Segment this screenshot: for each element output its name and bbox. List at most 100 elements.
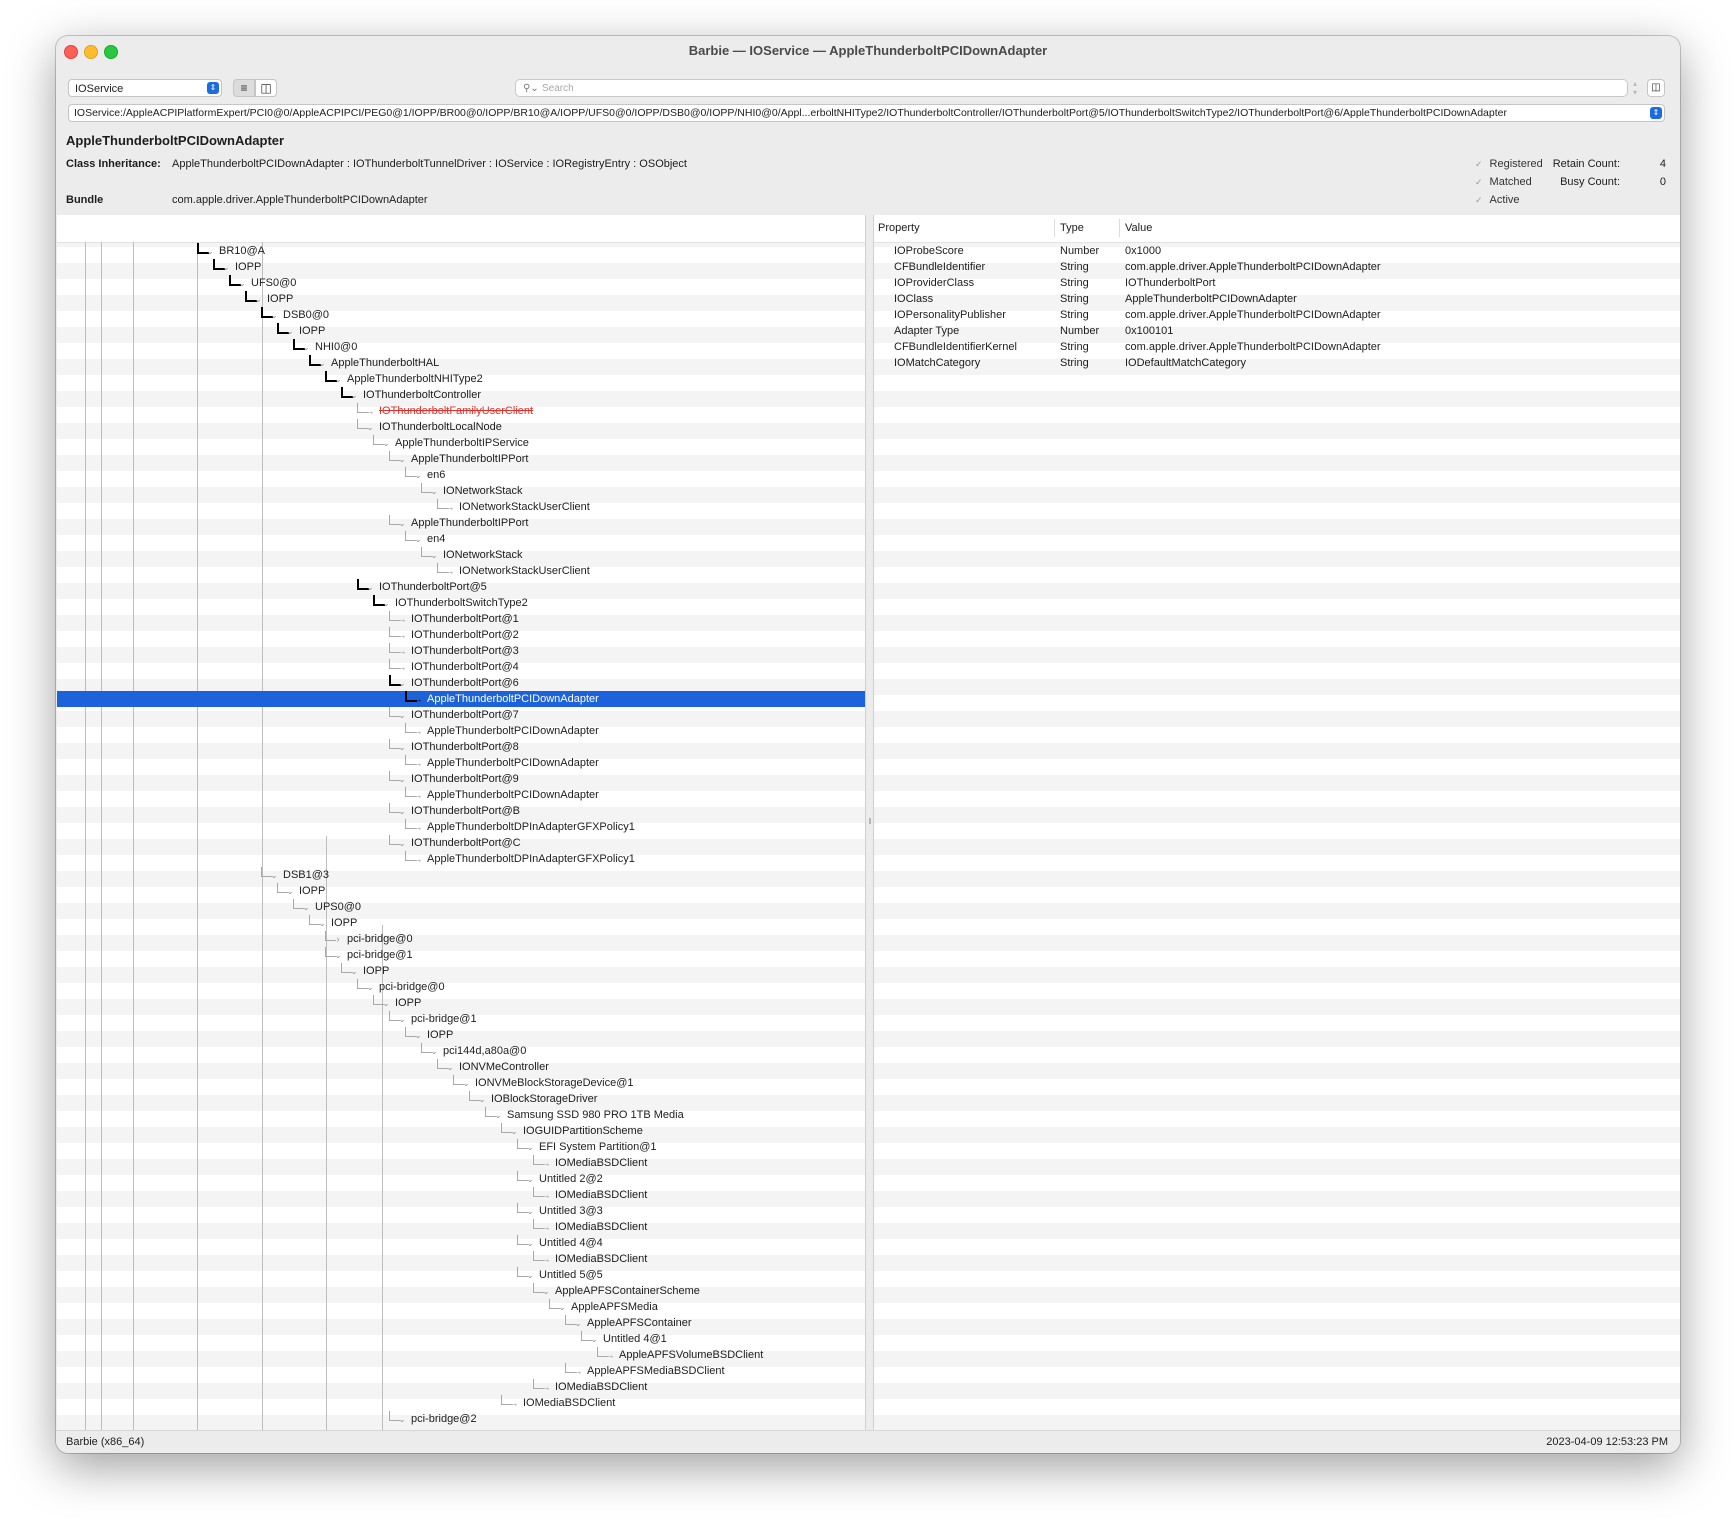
tree-row[interactable]: ⌄ IOPP bbox=[57, 995, 865, 1011]
disclosure-open-icon[interactable]: ⌄ bbox=[365, 580, 375, 594]
disclosure-open-icon[interactable]: ⌄ bbox=[525, 1236, 535, 1250]
search-field[interactable]: ⚲⌄ Search bbox=[515, 79, 1628, 97]
tree-row[interactable]: → IOThunderboltPort@2 bbox=[57, 627, 865, 643]
tree-row[interactable]: ⌄ Untitled 3@3 bbox=[57, 1203, 865, 1219]
inspector-toggle-button[interactable]: ◫ bbox=[1647, 79, 1665, 97]
disclosure-open-icon[interactable]: ⌄ bbox=[429, 1044, 439, 1058]
disclosure-open-icon[interactable]: ⌄ bbox=[397, 772, 407, 786]
tree-row[interactable]: ⌄ IONVMeBlockStorageDevice@1 bbox=[57, 1075, 865, 1091]
pane-splitter[interactable] bbox=[865, 215, 874, 1430]
tree-row[interactable]: ⌄ IOGUIDPartitionScheme bbox=[57, 1123, 865, 1139]
tree-row[interactable]: ⌄ IONetworkStack bbox=[57, 483, 865, 499]
tree-row[interactable]: ⌄ DSB1@3 bbox=[57, 867, 865, 883]
disclosure-open-icon[interactable]: ⌄ bbox=[509, 1124, 519, 1138]
tree-row[interactable]: ⌄ IOThunderboltPort@9 bbox=[57, 771, 865, 787]
tree-row[interactable]: → AppleThunderboltDPInAdapterGFXPolicy1 bbox=[57, 819, 865, 835]
disclosure-open-icon[interactable]: ⌄ bbox=[525, 1268, 535, 1282]
disclosure-open-icon[interactable]: ⌄ bbox=[397, 708, 407, 722]
list-view-button[interactable]: ≡ bbox=[233, 79, 255, 97]
disclosure-open-icon[interactable]: ⌄ bbox=[397, 804, 407, 818]
tree-row[interactable]: ⌄ Untitled 4@4 bbox=[57, 1235, 865, 1251]
tree-row[interactable]: ⌄ DSB0@0 bbox=[57, 307, 865, 323]
tree-row[interactable]: → IONetworkStackUserClient bbox=[57, 499, 865, 515]
tree-row[interactable]: ⌄ pci-bridge@1 bbox=[57, 1011, 865, 1027]
property-row[interactable]: IOPersonalityPublisher String com.apple.dr… bbox=[874, 307, 1680, 323]
disclosure-open-icon[interactable]: ⌄ bbox=[317, 916, 327, 930]
tree-row[interactable]: ⌄ AppleAPFSContainer bbox=[57, 1315, 865, 1331]
disclosure-open-icon[interactable]: ⌄ bbox=[445, 1060, 455, 1074]
disclosure-open-icon[interactable]: ⌄ bbox=[397, 1412, 407, 1426]
tree-row[interactable]: ⌄ pci144d,a80a@0 bbox=[57, 1043, 865, 1059]
tree-row[interactable]: ⌄ IOThunderboltPort@5 bbox=[57, 579, 865, 595]
tree-row[interactable]: ⌄ IOThunderboltPort@B bbox=[57, 803, 865, 819]
tree-row[interactable]: ⌄ IOThunderboltController bbox=[57, 387, 865, 403]
tree-row[interactable]: → AppleThunderboltPCIDownAdapter bbox=[57, 723, 865, 739]
property-row[interactable]: IOMatchCategory String IODefaultMatchCateg… bbox=[874, 355, 1680, 371]
disclosure-open-icon[interactable]: ⌄ bbox=[429, 484, 439, 498]
tree-row[interactable]: ⌄ AppleAPFSMedia bbox=[57, 1299, 865, 1315]
tree-row[interactable]: → AppleThunderboltPCIDownAdapter bbox=[57, 755, 865, 771]
tree-row[interactable]: → IOThunderboltPort@3 bbox=[57, 643, 865, 659]
tree-row[interactable]: ⌄ en6 bbox=[57, 467, 865, 483]
registry-path-field[interactable]: IOService:/AppleACPIPlatformExpert/PCI0@… bbox=[68, 104, 1665, 122]
disclosure-open-icon[interactable]: ⌄ bbox=[381, 436, 391, 450]
tree-row[interactable]: ⌄ pci-bridge@0 bbox=[57, 979, 865, 995]
disclosure-open-icon[interactable]: ⌄ bbox=[365, 420, 375, 434]
tree-row[interactable]: ⌄ AppleThunderboltIPPort bbox=[57, 515, 865, 531]
tree-row[interactable]: ⌄ IOPP bbox=[57, 323, 865, 339]
disclosure-open-icon[interactable]: ⌄ bbox=[269, 868, 279, 882]
disclosure-open-icon[interactable]: ⌄ bbox=[413, 468, 423, 482]
disclosure-open-icon[interactable]: ⌄ bbox=[381, 996, 391, 1010]
column-view-button[interactable]: ◫ bbox=[255, 79, 277, 97]
tree-row[interactable]: ⌄ AppleThunderboltIPService bbox=[57, 435, 865, 451]
tree-row[interactable]: ⌄ NHI0@0 bbox=[57, 339, 865, 355]
tree-row[interactable]: → AppleAPFSMediaBSDClient bbox=[57, 1363, 865, 1379]
disclosure-open-icon[interactable]: ⌄ bbox=[221, 260, 231, 274]
search-stepper-icon[interactable]: ▴ ▾ bbox=[1629, 79, 1641, 97]
tree-row[interactable]: ⌄ IONetworkStack bbox=[57, 547, 865, 563]
property-row[interactable]: IOProviderClass String IOThunderboltPort bbox=[874, 275, 1680, 291]
disclosure-open-icon[interactable]: ⌄ bbox=[525, 1140, 535, 1154]
tree-row[interactable]: → AppleThunderboltPCIDownAdapter bbox=[57, 787, 865, 803]
tree-row[interactable]: → IONetworkStackUserClient bbox=[57, 563, 865, 579]
tree-row[interactable]: ⌄ AppleThunderboltHAL bbox=[57, 355, 865, 371]
tree-row[interactable]: ⌄ UFS0@0 bbox=[57, 275, 865, 291]
disclosure-open-icon[interactable]: ⌄ bbox=[397, 740, 407, 754]
tree-row[interactable]: ⌄ Samsung SSD 980 PRO 1TB Media bbox=[57, 1107, 865, 1123]
tree-row[interactable]: ⌄ IOThunderboltPort@8 bbox=[57, 739, 865, 755]
disclosure-open-icon[interactable]: ⌄ bbox=[525, 1172, 535, 1186]
tree-row[interactable]: › pci-bridge@0 bbox=[57, 931, 865, 947]
disclosure-open-icon[interactable]: ⌄ bbox=[525, 1204, 535, 1218]
tree-row[interactable]: ⌄ AppleAPFSContainerScheme bbox=[57, 1283, 865, 1299]
property-row[interactable]: Adapter Type Number 0x100101 bbox=[874, 323, 1680, 339]
tree-row[interactable]: → IOMediaBSDClient bbox=[57, 1187, 865, 1203]
disclosure-open-icon[interactable]: ⌄ bbox=[205, 244, 215, 258]
disclosure-open-icon[interactable]: ⌄ bbox=[333, 372, 343, 386]
tree-row[interactable]: ⌄ IOPP bbox=[57, 291, 865, 307]
disclosure-open-icon[interactable]: ⌄ bbox=[413, 1028, 423, 1042]
tree-row[interactable]: ⌄ Untitled 4@1 bbox=[57, 1331, 865, 1347]
tree-row[interactable]: ⌄ IOThunderboltPort@7 bbox=[57, 707, 865, 723]
disclosure-open-icon[interactable]: ⌄ bbox=[541, 1284, 551, 1298]
registry-tree[interactable]: ⌄ BR10@A ⌄ IOPP ⌄ UFS0@0 ⌄ IOPP ⌄ DSB0@0 ⌄ IOPP ⌄ NHI… bbox=[57, 215, 865, 1430]
disclosure-open-icon[interactable]: ⌄ bbox=[269, 308, 279, 322]
tree-row[interactable]: ⌄ Untitled 2@2 bbox=[57, 1171, 865, 1187]
tree-row[interactable]: → IOMediaBSDClient bbox=[57, 1219, 865, 1235]
property-column-header[interactable]: Property bbox=[878, 222, 920, 234]
disclosure-open-icon[interactable]: ⌄ bbox=[397, 452, 407, 466]
disclosure-open-icon[interactable]: ⌄ bbox=[381, 596, 391, 610]
tree-row[interactable]: ⌄ pci-bridge@2 bbox=[57, 1411, 865, 1427]
disclosure-open-icon[interactable]: ⌄ bbox=[429, 548, 439, 562]
tree-row[interactable]: → IOMediaBSDClient bbox=[57, 1251, 865, 1267]
disclosure-open-icon[interactable]: ⌄ bbox=[397, 676, 407, 690]
tree-row[interactable]: ⌄ AppleThunderboltIPPort bbox=[57, 451, 865, 467]
disclosure-open-icon[interactable]: ⌄ bbox=[557, 1300, 567, 1314]
disclosure-open-icon[interactable]: ⌄ bbox=[397, 1012, 407, 1026]
disclosure-open-icon[interactable]: ⌄ bbox=[493, 1108, 503, 1122]
tree-row[interactable]: ⌄ pci-bridge@1 bbox=[57, 947, 865, 963]
tree-row[interactable]: ⌄ IOPP bbox=[57, 259, 865, 275]
disclosure-open-icon[interactable]: ⌄ bbox=[365, 980, 375, 994]
tree-row[interactable]: ⌄ IOPP bbox=[57, 915, 865, 931]
disclosure-open-icon[interactable]: ⌄ bbox=[573, 1316, 583, 1330]
disclosure-open-icon[interactable]: ⌄ bbox=[349, 964, 359, 978]
